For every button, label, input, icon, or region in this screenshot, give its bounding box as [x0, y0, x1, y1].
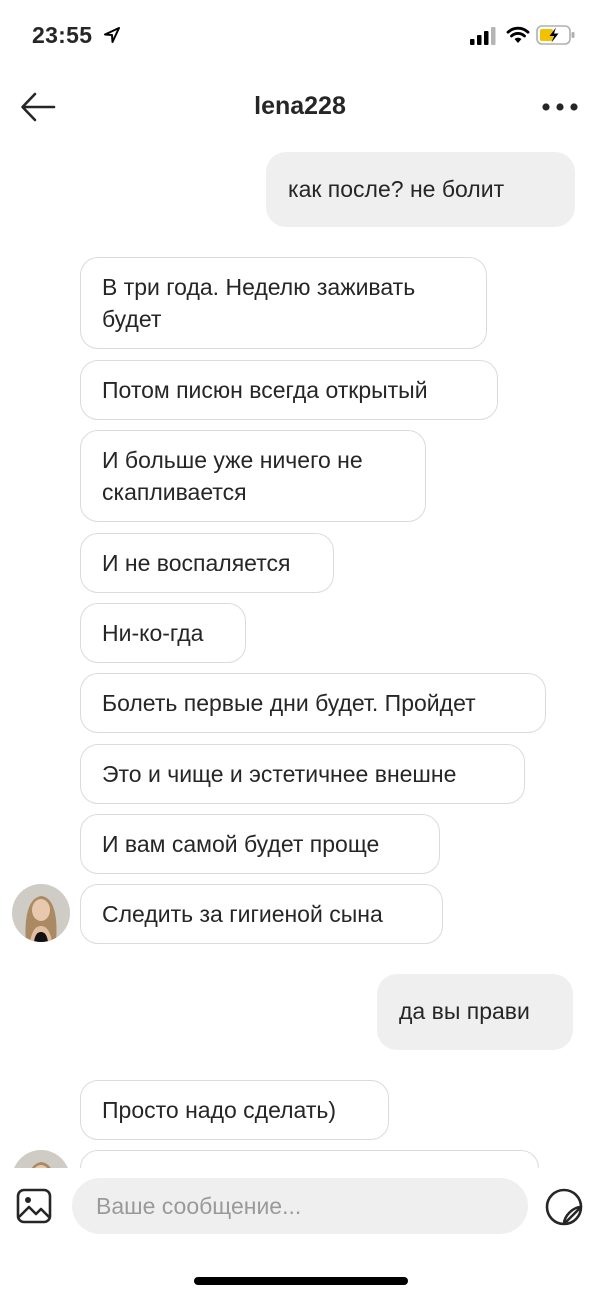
- more-options-icon[interactable]: [542, 102, 578, 112]
- message-incoming[interactable]: И не воспаляется: [80, 533, 334, 593]
- location-arrow-icon: [104, 27, 120, 43]
- message-incoming[interactable]: Болеть первые дни будет. Пройдет: [80, 673, 546, 733]
- message-outgoing[interactable]: да вы прави: [377, 974, 573, 1050]
- message-incoming[interactable]: В три года. Неделю заживать будет: [80, 257, 487, 349]
- message-input[interactable]: [72, 1178, 496, 1234]
- message-incoming[interactable]: Это и чище и эстетичнее внешне: [80, 744, 525, 804]
- message-outgoing[interactable]: как после? не болит: [266, 152, 575, 227]
- wifi-icon: [506, 26, 530, 43]
- sticker-icon[interactable]: [545, 1188, 583, 1226]
- message-incoming[interactable]: Потом писюн всегда открытый: [80, 360, 498, 420]
- cellular-signal-icon: [470, 27, 496, 45]
- chat-header: lena228: [0, 70, 600, 144]
- avatar-photo: [12, 884, 70, 942]
- chat-username[interactable]: lena228: [0, 92, 600, 121]
- message-incoming[interactable]: И больше уже ничего не скапливается: [80, 430, 426, 522]
- message-incoming[interactable]: Следить за гигиеной сына: [80, 884, 443, 944]
- message-incoming[interactable]: Ни-ко-гда: [80, 603, 246, 663]
- message-input-container[interactable]: [72, 1178, 528, 1234]
- status-bar: 23:55: [0, 0, 600, 70]
- message-incoming[interactable]: И вам самой будет проще: [80, 814, 440, 874]
- battery-charging-icon: [536, 25, 575, 45]
- home-indicator: [194, 1277, 408, 1285]
- status-time: 23:55: [32, 22, 93, 48]
- gallery-icon[interactable]: [16, 1188, 52, 1224]
- avatar[interactable]: [12, 884, 70, 942]
- message-incoming[interactable]: Просто надо сделать): [80, 1080, 389, 1140]
